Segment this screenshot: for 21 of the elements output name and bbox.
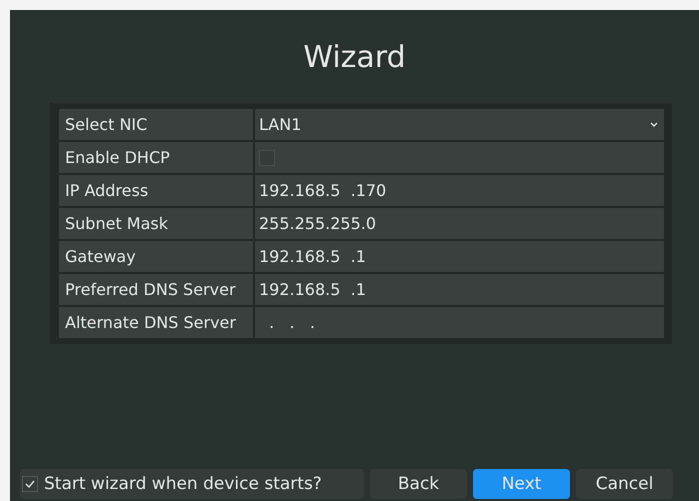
- field-label: IP Address: [59, 175, 253, 206]
- input-field[interactable]: 192.168.5 .1: [255, 241, 664, 272]
- check-icon: [24, 478, 36, 490]
- input-field[interactable]: 255.255.255.0: [255, 208, 664, 239]
- input-field[interactable]: . . .: [255, 307, 664, 338]
- field-label: Subnet Mask: [59, 208, 253, 239]
- startup-label: Start wizard when device starts?: [44, 474, 322, 494]
- input-field[interactable]: 192.168.5 .1: [255, 274, 664, 305]
- startup-option[interactable]: Start wizard when device starts?: [20, 469, 364, 499]
- wizard-button[interactable]: Back: [370, 469, 467, 499]
- field-label: Enable DHCP: [59, 142, 253, 173]
- caret-icon: [650, 122, 658, 127]
- field-label: Preferred DNS Server: [59, 274, 253, 305]
- input-field[interactable]: 192.168.5 .170: [255, 175, 664, 206]
- field-label: Alternate DNS Server: [59, 307, 253, 338]
- field-label: Gateway: [59, 241, 253, 272]
- field-label: Select NIC: [59, 109, 253, 140]
- startup-checkbox[interactable]: [22, 476, 38, 492]
- wizard-button[interactable]: Cancel: [576, 469, 673, 499]
- nic-dropdown[interactable]: LAN1: [255, 109, 664, 140]
- window-title: Wizard: [302, 40, 407, 77]
